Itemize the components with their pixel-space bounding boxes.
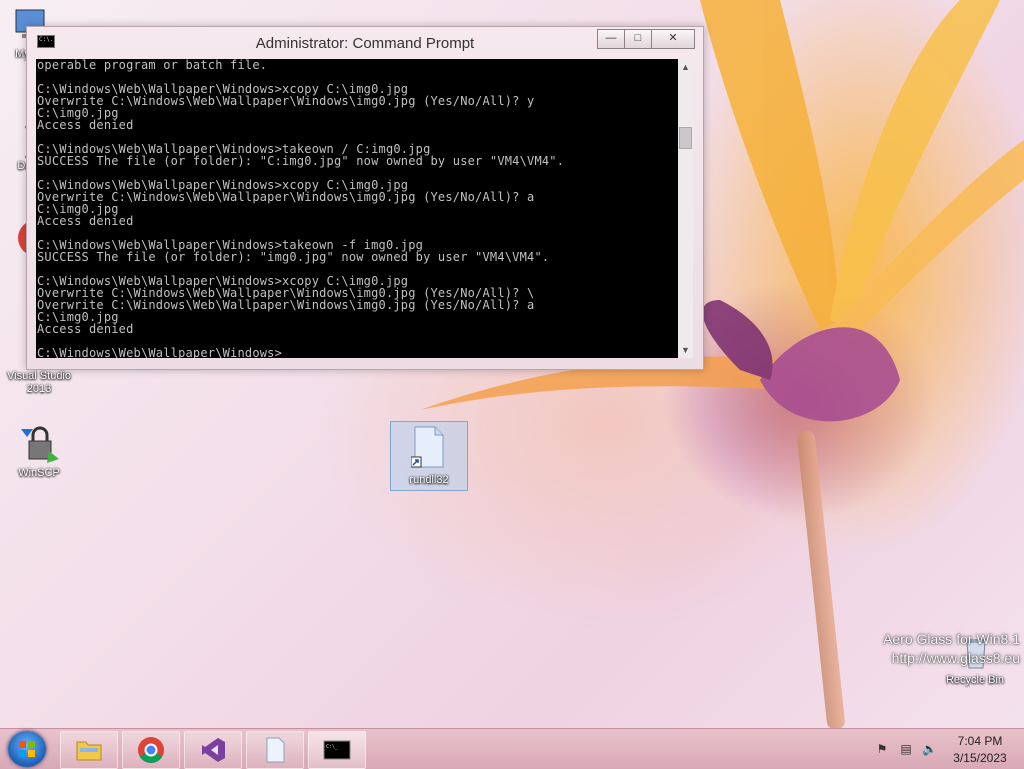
chrome-icon [138, 737, 164, 764]
desktop-icon-label: rundll32 [409, 474, 449, 486]
system-clock[interactable]: 7:04 PM 3/15/2023 [940, 733, 1020, 767]
file-shortcut-icon [410, 425, 447, 469]
desktop-icon-label: Visual Studio 2013 [6, 370, 71, 395]
close-button[interactable]: ✕ [651, 29, 695, 49]
taskbar-command-prompt-button[interactable]: C:\_ [308, 731, 366, 769]
clock-time: 7:04 PM [957, 734, 1003, 748]
scroll-down-arrow-icon[interactable]: ▼ [678, 342, 693, 358]
start-button[interactable] [8, 731, 46, 767]
taskbar-notepad-button[interactable] [246, 731, 304, 769]
console-text[interactable]: operable program or batch file. C:\Windo… [36, 59, 678, 358]
console-output[interactable]: operable program or batch file. C:\Windo… [36, 59, 678, 358]
command-prompt-window[interactable]: C:\. Administrator: Command Prompt — □ ✕… [26, 26, 704, 370]
winscp-icon [19, 425, 59, 465]
taskbar-visual-studio-button[interactable] [184, 731, 242, 769]
visual-studio-icon [202, 738, 225, 762]
minimize-button[interactable]: — [597, 29, 625, 49]
desktop-icon-label: WinSCP [18, 467, 60, 479]
cmd-icon: C:\_ [323, 740, 351, 760]
scrollbar-thumb[interactable] [679, 127, 692, 149]
desktop-icon-label: Recycle Bin [945, 674, 1005, 686]
aero-glass-watermark: Aero Glass for Win8.1 http://www.glass8.… [883, 630, 1020, 668]
watermark-line: http://www.glass8.eu [891, 650, 1020, 666]
document-icon [266, 737, 285, 763]
svg-text:C:\_: C:\_ [326, 744, 339, 750]
vertical-scrollbar[interactable]: ▲ ▼ [678, 59, 693, 358]
taskbar-file-explorer-button[interactable] [60, 731, 118, 769]
clock-date: 3/15/2023 [953, 751, 1007, 765]
network-icon[interactable]: ▤ [899, 742, 913, 756]
scroll-up-arrow-icon[interactable]: ▲ [678, 59, 693, 75]
volume-icon[interactable]: 🔈 [922, 742, 937, 756]
watermark-line: Aero Glass for Win8.1 [883, 631, 1020, 647]
action-center-flag-icon[interactable]: ⚑ [875, 742, 889, 756]
taskbar-chrome-button[interactable] [122, 731, 180, 769]
taskbar: C:\_ ⚑ ▤ 🔈 7:04 PM 3/15/2023 [0, 728, 1024, 769]
desktop-icon-rundll32[interactable]: rundll32 [390, 421, 468, 491]
folder-icon [76, 741, 102, 761]
maximize-button[interactable]: □ [624, 29, 652, 49]
window-titlebar[interactable]: C:\. Administrator: Command Prompt — □ ✕ [27, 27, 703, 59]
windows-logo-icon [19, 741, 35, 757]
window-controls: — □ ✕ [597, 29, 695, 49]
desktop-icon-winscp[interactable]: WinSCP [1, 425, 77, 480]
